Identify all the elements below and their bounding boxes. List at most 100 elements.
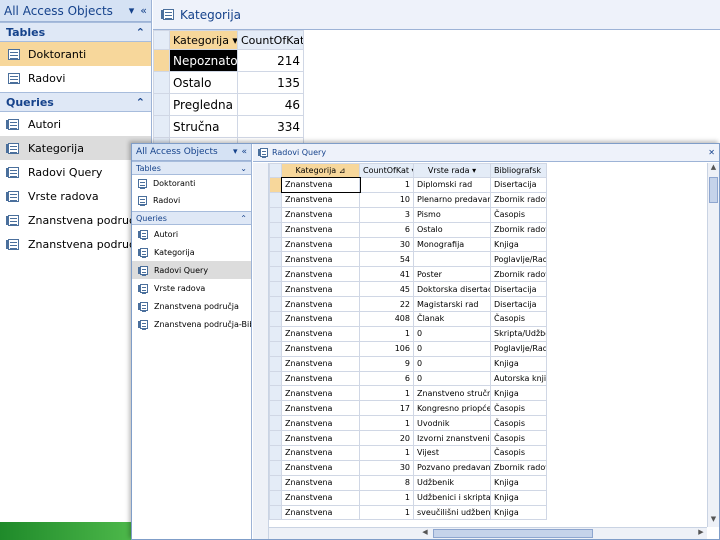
table-row[interactable]: Znanstvena6OstaloZbornik radova	[269, 221, 547, 238]
row-selector[interactable]	[269, 415, 282, 432]
cell-kategorija[interactable]: Znanstvena	[281, 355, 360, 372]
scroll-thumb[interactable]	[709, 177, 718, 203]
scroll-right-arrow[interactable]: ▶	[695, 528, 707, 539]
cell-bibliografsk[interactable]: Zbornik radova	[490, 191, 547, 208]
tab-kategorija[interactable]: Kategorija	[153, 0, 720, 30]
row-selector[interactable]	[269, 504, 282, 521]
cell-vrste-rada[interactable]: 0	[413, 325, 491, 342]
cell-bibliografsk[interactable]: Autorska knjiga	[490, 370, 547, 387]
cell-count[interactable]: 45	[359, 281, 414, 298]
cell-kategorija[interactable]: Znanstvena	[281, 370, 360, 387]
cell-count[interactable]: 1	[359, 177, 414, 193]
collapse-section-icon[interactable]: ⌃	[136, 26, 145, 39]
cell-count[interactable]: 1	[359, 489, 414, 506]
cell-vrste-rada[interactable]: Vijest	[413, 445, 491, 461]
row-selector[interactable]	[269, 445, 282, 461]
table-row[interactable]: Znanstvena 9 0 Knjiga	[269, 355, 547, 372]
table-row[interactable]: Znanstvena60Autorska knjiga	[269, 370, 547, 387]
cell-bibliografsk[interactable]: Skripta/Udžbenik	[490, 325, 547, 342]
table-row[interactable]: Znanstvena 1 Znanstveno stručno Knjiga	[269, 385, 547, 402]
cell-bibliografsk[interactable]: Časopis	[490, 445, 547, 461]
row-selector[interactable]	[153, 49, 170, 72]
row-selector[interactable]	[269, 266, 282, 283]
row-selector[interactable]	[269, 430, 282, 447]
nav-item-autori[interactable]: Autori	[132, 225, 251, 243]
cell-kategorija[interactable]: Znanstvena	[281, 296, 360, 313]
cell-count[interactable]: 9	[359, 355, 414, 372]
nav-item-vrste-radova[interactable]: Vrste radova	[0, 184, 151, 208]
cell-bibliografsk[interactable]: Časopis	[490, 430, 547, 447]
vertical-scrollbar[interactable]: ▲ ▼	[707, 163, 719, 527]
nav-item-autori[interactable]: Autori	[0, 112, 151, 136]
table-row[interactable]: Znanstvena10Plenarno predavanjeZbornik r…	[269, 191, 547, 208]
horizontal-scrollbar[interactable]: ◀ ▶	[269, 527, 707, 539]
cell-bibliografsk[interactable]: Časopis	[490, 206, 547, 223]
cell-kategorija[interactable]: Znanstvena	[281, 311, 360, 327]
scroll-thumb-horizontal[interactable]	[433, 529, 593, 538]
cell-kategorija[interactable]: Znanstvena	[281, 191, 360, 208]
scroll-left-arrow[interactable]: ◀	[419, 528, 431, 539]
cell-vrste-rada[interactable]: Kongresno priopćenje	[413, 400, 491, 417]
cell-count[interactable]: 1	[359, 385, 414, 402]
scroll-down-arrow[interactable]: ▼	[708, 515, 719, 527]
cell-kategorija[interactable]: Znanstvena	[281, 266, 360, 283]
cell-kategorija[interactable]: Znanstvena	[281, 504, 360, 521]
collapse-section-icon[interactable]: ⌄	[240, 164, 247, 173]
cell-bibliografsk[interactable]: Časopis	[490, 311, 547, 327]
cell-count[interactable]: 334	[237, 115, 304, 138]
cell-vrste-rada[interactable]: 0	[413, 355, 491, 372]
cell-count[interactable]: 54	[359, 251, 414, 268]
table-row[interactable]: Nepoznato 214	[153, 49, 304, 72]
table-row[interactable]: Znanstvena 106 0 Poglavlje/Rad	[269, 340, 547, 357]
chevron-down-icon[interactable]: ▾	[233, 147, 238, 157]
cell-vrste-rada[interactable]: Izvorni znanstveni članak	[413, 430, 491, 447]
cell-vrste-rada[interactable]: Uvodnik	[413, 415, 491, 432]
cell-count[interactable]: 6	[359, 370, 414, 387]
cell-kategorija[interactable]: Znanstvena	[281, 415, 360, 432]
row-selector[interactable]	[269, 474, 282, 491]
cell-bibliografsk[interactable]: Knjiga	[490, 474, 547, 491]
nav-pane-header[interactable]: All Access Objects ▾ «	[0, 0, 151, 22]
cell-count[interactable]: 6	[359, 221, 414, 238]
scroll-up-arrow[interactable]: ▲	[708, 163, 719, 175]
nav-item-doktoranti[interactable]: Doktoranti	[0, 42, 151, 66]
table-row[interactable]: Znanstvena 1 sveučilišni udžbenik Knjiga	[269, 504, 547, 521]
cell-vrste-rada[interactable]: Članak	[413, 311, 491, 327]
column-header-countofkat[interactable]: CountOfKat ▾	[237, 30, 304, 50]
cell-bibliografsk[interactable]: Disertacija	[490, 177, 547, 193]
nav-item-doktoranti[interactable]: Doktoranti	[132, 175, 251, 192]
table-row[interactable]: Znanstvena 1 Diplomski rad Disertacija	[269, 176, 547, 194]
cell-kategorija[interactable]: Ostalo	[169, 71, 238, 94]
cell-count[interactable]: 30	[359, 236, 414, 253]
row-selector[interactable]	[269, 385, 282, 402]
collapse-section-icon[interactable]: ⌃	[136, 96, 145, 109]
cell-bibliografsk[interactable]: Zbornik radova	[490, 221, 547, 238]
cell-kategorija[interactable]: Znanstvena	[281, 251, 360, 268]
table-row[interactable]: Ostalo 135	[153, 71, 304, 94]
row-selector[interactable]	[269, 177, 282, 193]
table-row[interactable]: Stručna 334	[153, 115, 304, 138]
close-icon[interactable]: ✕	[708, 148, 715, 157]
nav-item-kategorija[interactable]: Kategorija	[0, 136, 151, 160]
cell-count[interactable]: 46	[237, 93, 304, 116]
nav-item-znanstvena-podrucja-bibliog[interactable]: Znanstvena područja-Bibliog...	[132, 315, 251, 333]
cell-kategorija[interactable]: Znanstvena	[281, 206, 360, 223]
row-selector[interactable]	[269, 236, 282, 253]
cell-vrste-rada[interactable]: Ostalo	[413, 221, 491, 238]
cell-vrste-rada[interactable]: Poster	[413, 266, 491, 283]
select-all-cell[interactable]	[153, 30, 170, 50]
row-selector[interactable]	[269, 296, 282, 313]
row-selector[interactable]	[269, 489, 282, 506]
cell-kategorija[interactable]: Znanstvena	[281, 489, 360, 506]
cell-bibliografsk[interactable]: Zbornik radova	[490, 266, 547, 283]
cell-count[interactable]: 30	[359, 459, 414, 476]
queries-section-header[interactable]: Queries ⌃	[0, 92, 151, 112]
nav-item-znanstvena-podrucja[interactable]: Znanstvena područja	[0, 208, 151, 232]
cell-count[interactable]: 20	[359, 430, 414, 447]
cell-kategorija[interactable]: Znanstvena	[281, 340, 360, 357]
table-row[interactable]: Znanstvena 22 Magistarski rad Disertacija	[269, 296, 547, 313]
table-row[interactable]: Pregledna 46	[153, 93, 304, 116]
cell-vrste-rada[interactable]: Znanstveno stručno	[413, 385, 491, 402]
cell-kategorija[interactable]: Znanstvena	[281, 430, 360, 447]
cell-count[interactable]: 41	[359, 266, 414, 283]
